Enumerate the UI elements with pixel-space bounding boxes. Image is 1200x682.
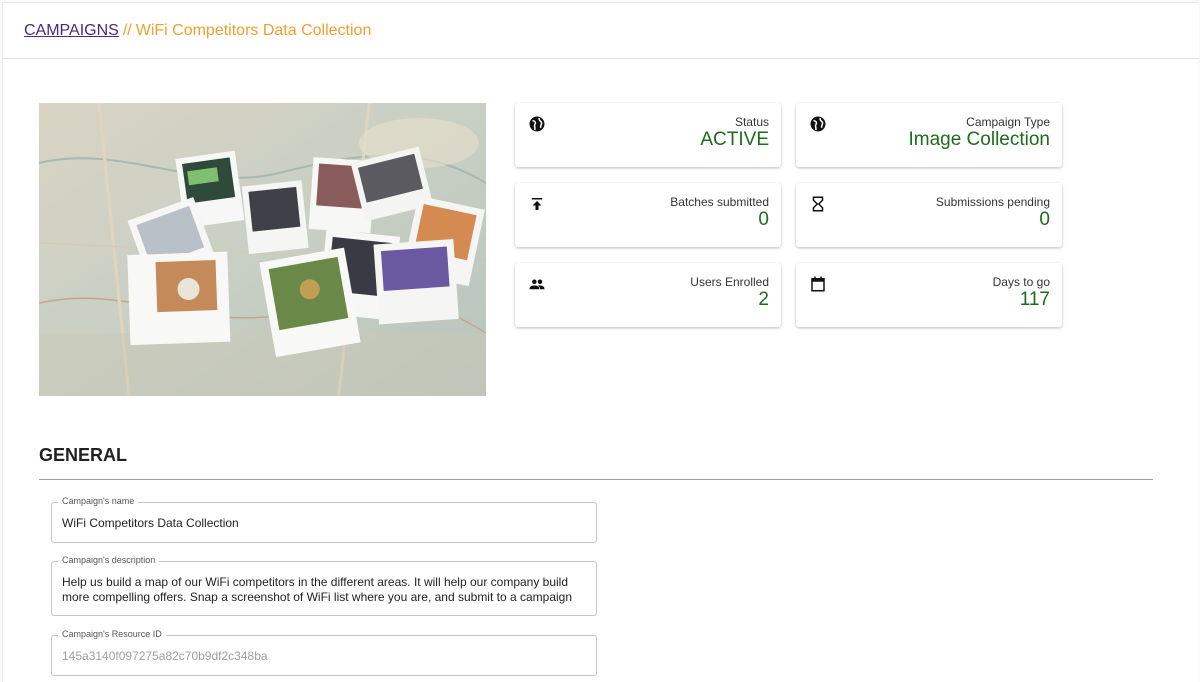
- users-enrolled-value: 2: [758, 289, 769, 310]
- breadcrumb: CAMPAIGNS//WiFi Competitors Data Collect…: [24, 22, 371, 40]
- status-value: ACTIVE: [700, 129, 769, 150]
- campaign-description-label: Campaign's description: [58, 555, 160, 565]
- breadcrumb-campaigns-link[interactable]: CAMPAIGNS: [24, 22, 119, 39]
- breadcrumb-separator: //: [122, 22, 132, 39]
- campaign-type-card: Campaign Type Image Collection: [796, 103, 1062, 167]
- breadcrumb-current: WiFi Competitors Data Collection: [135, 22, 372, 39]
- batches-submitted-value: 0: [758, 209, 769, 230]
- section-divider: [39, 479, 1153, 480]
- campaign-hero-image: [39, 103, 486, 396]
- submissions-pending-value: 0: [1039, 209, 1050, 230]
- campaign-name-field[interactable]: Campaign's name WiFi Competitors Data Co…: [51, 496, 597, 543]
- campaign-name-label: Campaign's name: [58, 496, 139, 506]
- campaign-type-value: Image Collection: [908, 129, 1050, 150]
- campaign-type-label: Campaign Type: [966, 115, 1050, 129]
- hourglass-icon: [812, 196, 824, 212]
- submissions-pending-label: Submissions pending: [935, 195, 1050, 209]
- calendar-icon: [811, 276, 825, 292]
- users-enrolled-label: Users Enrolled: [690, 275, 769, 289]
- campaign-resource-id-value: 145a3140f097275a82c70b9df2c348ba: [62, 649, 268, 663]
- campaign-resource-id-label: Campaign's Resource ID: [58, 629, 166, 639]
- users-enrolled-card: Users Enrolled 2: [515, 263, 781, 327]
- globe-icon: [529, 116, 545, 132]
- campaign-description-line-1: Help us build a map of our WiFi competit…: [62, 575, 569, 589]
- days-to-go-value: 117: [1019, 289, 1050, 310]
- status-label: Status: [734, 115, 769, 129]
- upload-icon: [531, 198, 543, 210]
- days-to-go-card: Days to go 117: [796, 263, 1062, 327]
- batches-submitted-label: Batches submitted: [670, 195, 769, 209]
- campaign-resource-id-field[interactable]: Campaign's Resource ID 145a3140f097275a8…: [51, 629, 597, 676]
- page-frame: CAMPAIGNS//WiFi Competitors Data Collect…: [2, 2, 1199, 682]
- batches-submitted-card: Batches submitted 0: [515, 183, 781, 247]
- days-to-go-label: Days to go: [992, 275, 1050, 289]
- campaign-description-line-2: more compelling offers. Snap a screensho…: [62, 590, 573, 604]
- campaign-description-field[interactable]: Campaign's description Help us build a m…: [51, 555, 597, 616]
- people-icon: [529, 279, 545, 290]
- campaign-name-value: WiFi Competitors Data Collection: [62, 516, 239, 530]
- general-section-title: GENERAL: [39, 445, 128, 465]
- status-card: Status ACTIVE: [515, 103, 781, 167]
- submissions-pending-card: Submissions pending 0: [796, 183, 1062, 247]
- globe-icon: [810, 116, 826, 132]
- page-header: CAMPAIGNS//WiFi Competitors Data Collect…: [3, 3, 1199, 59]
